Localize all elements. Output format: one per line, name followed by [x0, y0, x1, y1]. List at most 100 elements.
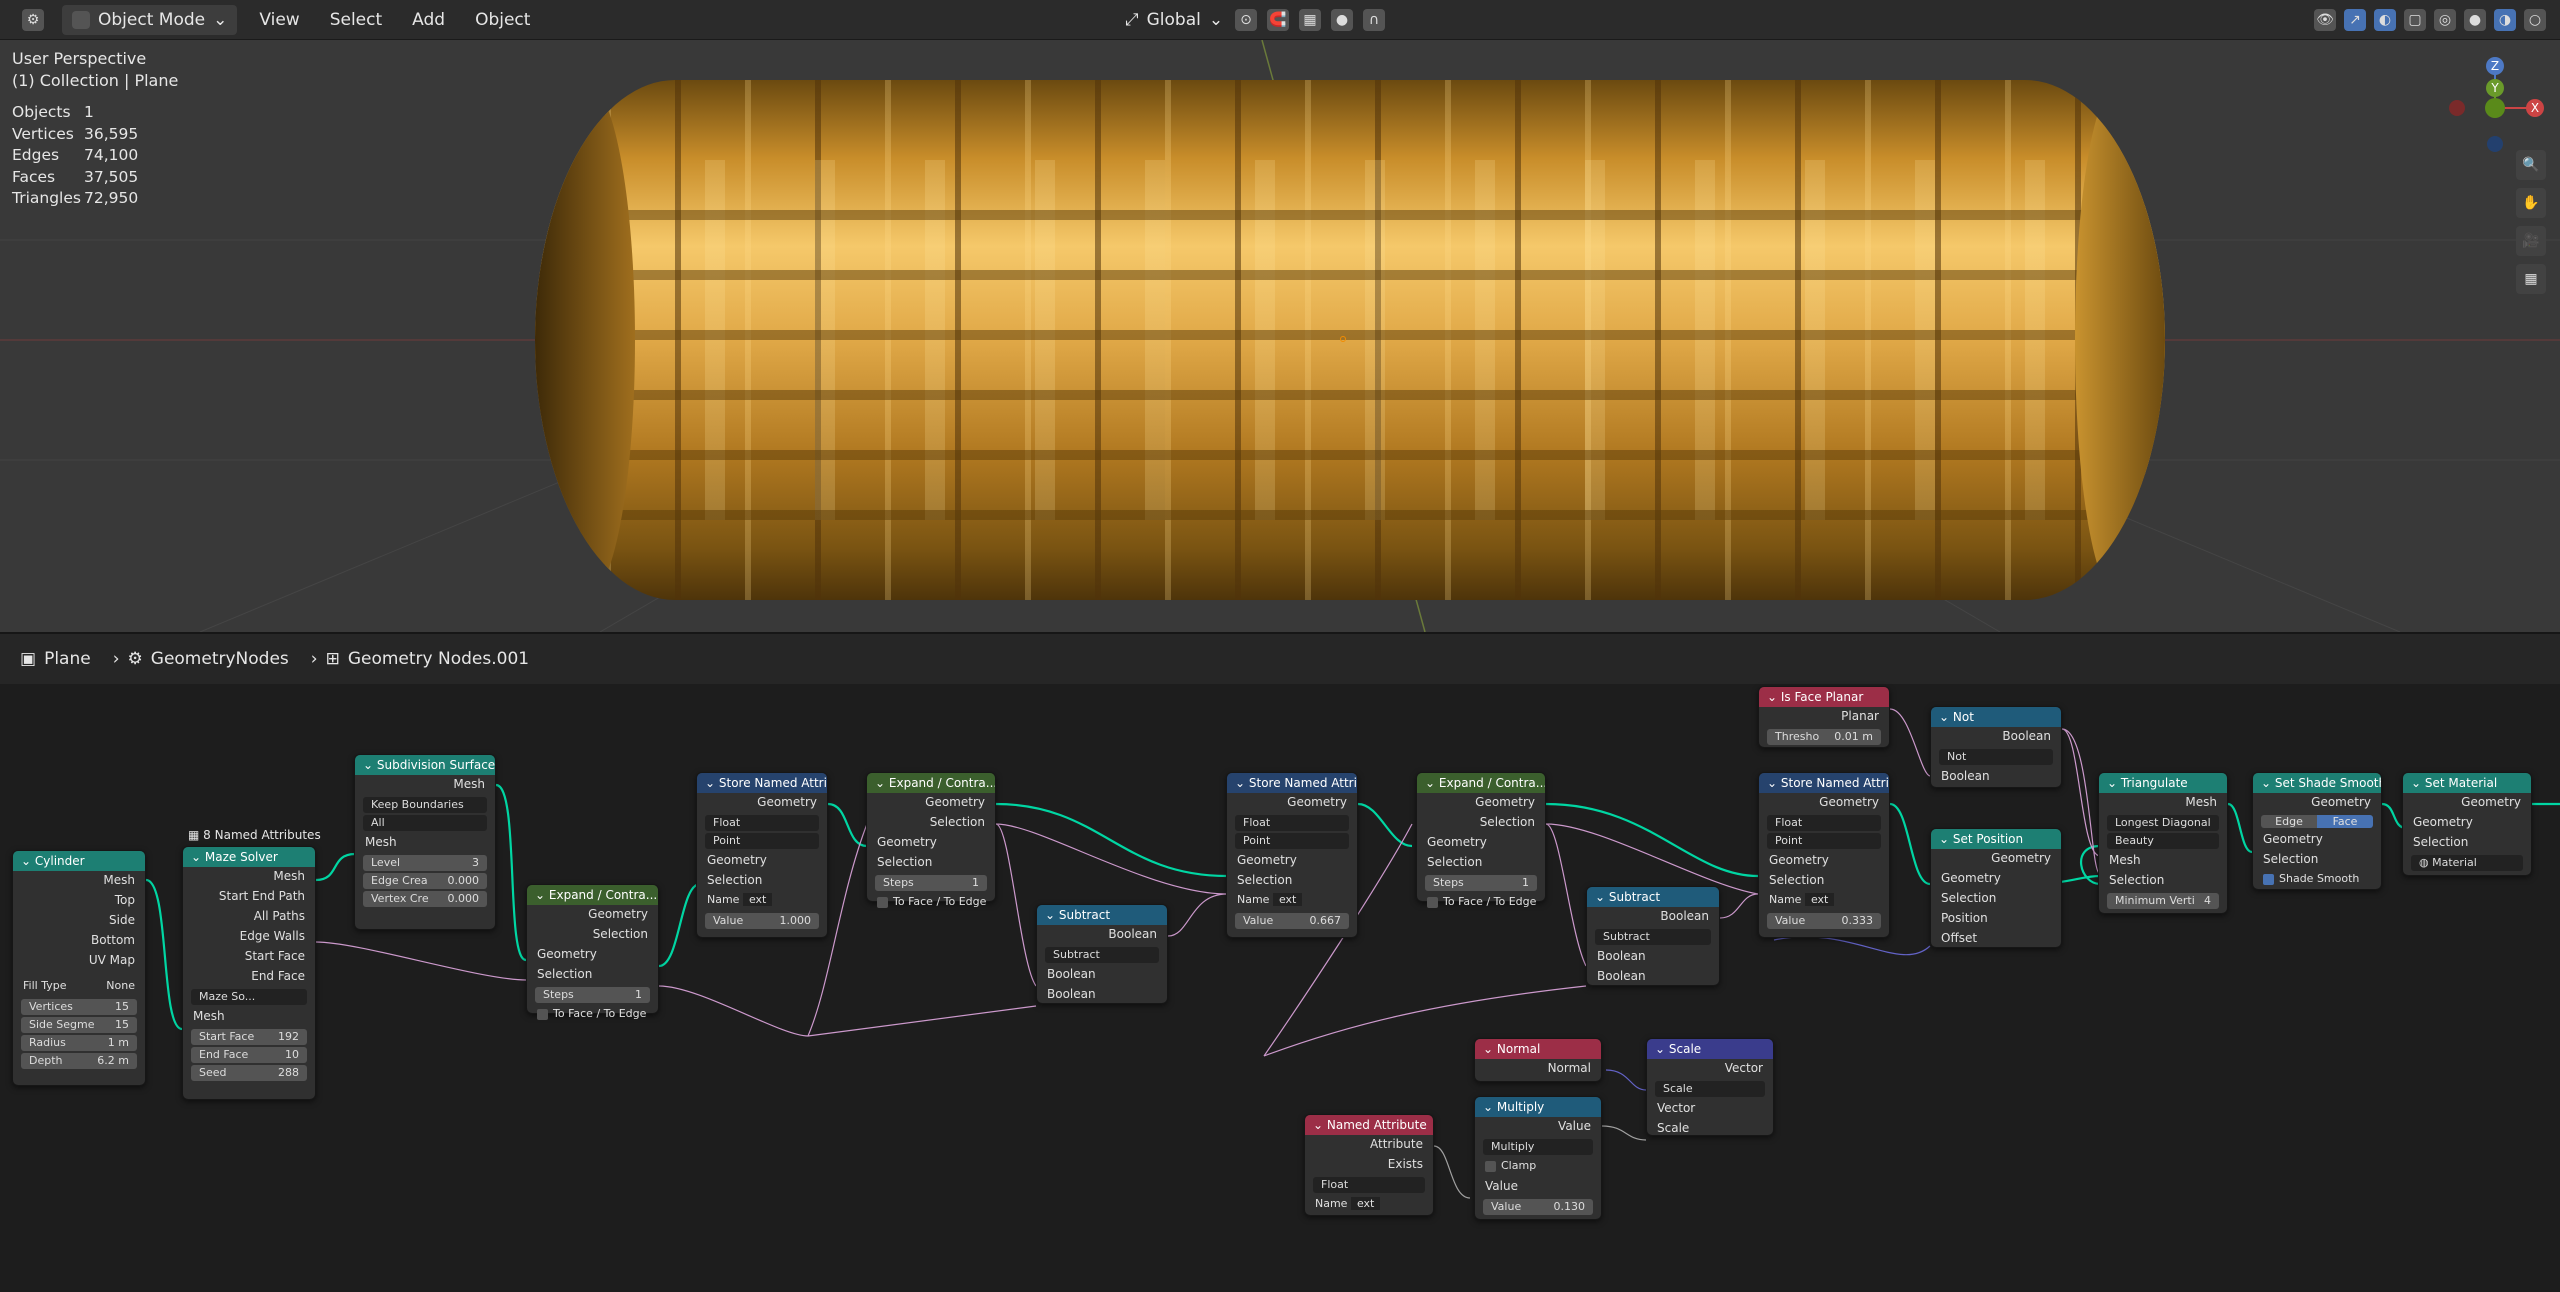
- to-face-checkbox[interactable]: To Face / To Edge: [867, 893, 995, 913]
- socket-geometry-in[interactable]: Geometry: [2403, 813, 2531, 833]
- overlay-toggle-icon[interactable]: ◐: [2374, 8, 2396, 31]
- operation-dropdown[interactable]: Scale: [1655, 1081, 1765, 1097]
- material-selector[interactable]: ◍ Material: [2411, 855, 2523, 871]
- node-set-position[interactable]: ⌄ Set Position Geometry Geometry Selecti…: [1930, 828, 2062, 948]
- socket-value-out[interactable]: Value: [1475, 1117, 1601, 1137]
- visibility-icon[interactable]: 👁: [2314, 8, 2336, 31]
- rendered-shading-icon[interactable]: ○: [2524, 8, 2546, 31]
- socket-offset-in[interactable]: Offset: [1931, 929, 2061, 949]
- socket-geometry-out[interactable]: Geometry: [527, 905, 658, 925]
- breadcrumb-modifier[interactable]: GeometryNodes: [151, 649, 289, 669]
- 3d-viewport[interactable]: User Perspective (1) Collection | Plane …: [0, 40, 2560, 632]
- node-maze-solver[interactable]: ⌄ Maze Solver Mesh Start End Path All Pa…: [182, 846, 316, 1100]
- snap-target-icon[interactable]: ▦: [1299, 8, 1321, 31]
- node-subdivision-surface[interactable]: ⌄ Subdivision Surface Mesh Keep Boundari…: [354, 754, 496, 930]
- socket-selection-in[interactable]: Selection: [2403, 833, 2531, 853]
- socket-boolean-out[interactable]: Boolean: [1037, 925, 1167, 945]
- zoom-icon[interactable]: 🔍: [2516, 150, 2546, 180]
- field-end-face[interactable]: End Face 10: [191, 1047, 307, 1063]
- socket-selection-in[interactable]: Selection: [1417, 853, 1545, 873]
- socket-bottom-out[interactable]: Bottom: [13, 931, 145, 951]
- operation-dropdown[interactable]: Subtract: [1045, 947, 1159, 963]
- node-editor-canvas[interactable]: ⌄ Cylinder Mesh Top Side Bottom UV Map F…: [0, 684, 2560, 1292]
- camera-icon[interactable]: 🎥: [2516, 226, 2546, 256]
- boundary-dropdown[interactable]: Keep Boundaries: [363, 797, 487, 813]
- socket-geometry-out[interactable]: Geometry: [1227, 793, 1357, 813]
- node-subtract-2[interactable]: ⌄ Subtract Boolean Subtract Boolean Bool…: [1586, 886, 1720, 986]
- socket-boolean-in[interactable]: Boolean: [1931, 767, 2061, 787]
- socket-attribute-out[interactable]: Attribute: [1305, 1135, 1433, 1155]
- node-normal[interactable]: ⌄ Normal Normal: [1474, 1038, 1602, 1082]
- socket-selection-in[interactable]: Selection: [697, 871, 827, 891]
- domain-dropdown[interactable]: Point: [705, 833, 819, 849]
- socket-uvmap-out[interactable]: UV Map: [13, 951, 145, 971]
- field-threshold[interactable]: Thresho 0.01 m: [1767, 729, 1881, 745]
- socket-start-end-path-out[interactable]: Start End Path: [183, 887, 315, 907]
- to-face-checkbox[interactable]: To Face / To Edge: [1417, 893, 1545, 913]
- field-name[interactable]: Name ext: [1759, 891, 1889, 911]
- field-name[interactable]: Name ext: [1305, 1195, 1433, 1215]
- operation-dropdown[interactable]: Multiply: [1483, 1139, 1593, 1155]
- field-start-face[interactable]: Start Face 192: [191, 1029, 307, 1045]
- data-type-dropdown[interactable]: Float: [705, 815, 819, 831]
- socket-top-out[interactable]: Top: [13, 891, 145, 911]
- snap-icon[interactable]: 🧲: [1267, 8, 1289, 31]
- socket-selection-in[interactable]: Selection: [527, 965, 658, 985]
- socket-mesh-out[interactable]: Mesh: [2099, 793, 2227, 813]
- field-minimum-vertices[interactable]: Minimum Verti 4: [2107, 893, 2219, 909]
- node-store-named-attribute-1[interactable]: ⌄ Store Named Attrib... Geometry Float P…: [696, 772, 828, 938]
- field-vertices[interactable]: Vertices 15: [21, 999, 137, 1015]
- socket-selection-in[interactable]: Selection: [1759, 871, 1889, 891]
- transform-orientation[interactable]: ⤢ Global ⌄: [1125, 10, 1223, 30]
- node-set-shade-smooth[interactable]: ⌄ Set Shade Smooth Geometry Edge Face Ge…: [2252, 772, 2382, 890]
- socket-geometry-in[interactable]: Geometry: [697, 851, 827, 871]
- breadcrumb-node-tree[interactable]: Geometry Nodes.001: [348, 649, 529, 669]
- socket-boolean-in-b[interactable]: Boolean: [1037, 985, 1167, 1005]
- pivot-icon[interactable]: ⊙: [1235, 8, 1257, 31]
- mode-selector[interactable]: Object Mode ⌄: [62, 4, 238, 35]
- field-depth[interactable]: Depth 6.2 m: [21, 1053, 137, 1069]
- socket-geometry-out[interactable]: Geometry: [1759, 793, 1889, 813]
- socket-side-out[interactable]: Side: [13, 911, 145, 931]
- shade-smooth-checkbox[interactable]: Shade Smooth: [2253, 870, 2381, 890]
- gizmo-toggle-icon[interactable]: ↗: [2344, 8, 2366, 31]
- group-selector[interactable]: Maze So...: [191, 989, 307, 1005]
- node-vector-scale[interactable]: ⌄ Scale Vector Scale Vector Scale: [1646, 1038, 1774, 1136]
- socket-geometry-out[interactable]: Geometry: [1931, 849, 2061, 869]
- socket-mesh-out[interactable]: Mesh: [183, 867, 315, 887]
- socket-geometry-in[interactable]: Geometry: [1417, 833, 1545, 853]
- socket-end-face-out[interactable]: End Face: [183, 967, 315, 987]
- socket-geometry-out[interactable]: Geometry: [2253, 793, 2381, 813]
- field-value[interactable]: Value 0.667: [1235, 913, 1349, 929]
- menu-view[interactable]: View: [251, 6, 307, 34]
- field-steps[interactable]: Steps 1: [535, 987, 650, 1003]
- field-value[interactable]: Value 0.130: [1483, 1199, 1593, 1215]
- operation-dropdown[interactable]: Subtract: [1595, 929, 1711, 945]
- node-is-face-planar[interactable]: ⌄ Is Face Planar Planar Thresho 0.01 m: [1758, 686, 1890, 748]
- domain-edge-button[interactable]: Edge: [2261, 815, 2317, 828]
- socket-selection-in[interactable]: Selection: [1931, 889, 2061, 909]
- node-math-multiply[interactable]: ⌄ Multiply Value Multiply Clamp Value Va…: [1474, 1096, 1602, 1220]
- field-steps[interactable]: Steps 1: [875, 875, 987, 891]
- socket-selection-out[interactable]: Selection: [527, 925, 658, 945]
- node-set-material[interactable]: ⌄ Set Material Geometry Geometry Selecti…: [2402, 772, 2532, 876]
- socket-geometry-out[interactable]: Geometry: [2403, 793, 2531, 813]
- socket-boolean-out[interactable]: Boolean: [1931, 727, 2061, 747]
- breadcrumb-object[interactable]: Plane: [44, 649, 91, 669]
- field-value[interactable]: Value 1.000: [705, 913, 819, 929]
- menu-select[interactable]: Select: [322, 6, 390, 34]
- socket-mesh-out[interactable]: Mesh: [13, 871, 145, 891]
- socket-geometry-in[interactable]: Geometry: [1931, 869, 2061, 889]
- socket-all-paths-out[interactable]: All Paths: [183, 907, 315, 927]
- node-named-attribute[interactable]: ⌄ Named Attribute Attribute Exists Float…: [1304, 1114, 1434, 1216]
- material-shading-icon[interactable]: ◑: [2494, 8, 2516, 31]
- socket-selection-in[interactable]: Selection: [2253, 850, 2381, 870]
- node-subtract-1[interactable]: ⌄ Subtract Boolean Subtract Boolean Bool…: [1036, 904, 1168, 1004]
- data-type-dropdown[interactable]: Float: [1767, 815, 1881, 831]
- field-seed[interactable]: Seed 288: [191, 1065, 307, 1081]
- maze-cylinder-mesh[interactable]: [535, 80, 2165, 600]
- field-vertex-crease[interactable]: Vertex Cre 0.000: [363, 891, 487, 907]
- socket-selection-in[interactable]: Selection: [2099, 871, 2227, 891]
- socket-geometry-in[interactable]: Geometry: [867, 833, 995, 853]
- socket-start-face-out[interactable]: Start Face: [183, 947, 315, 967]
